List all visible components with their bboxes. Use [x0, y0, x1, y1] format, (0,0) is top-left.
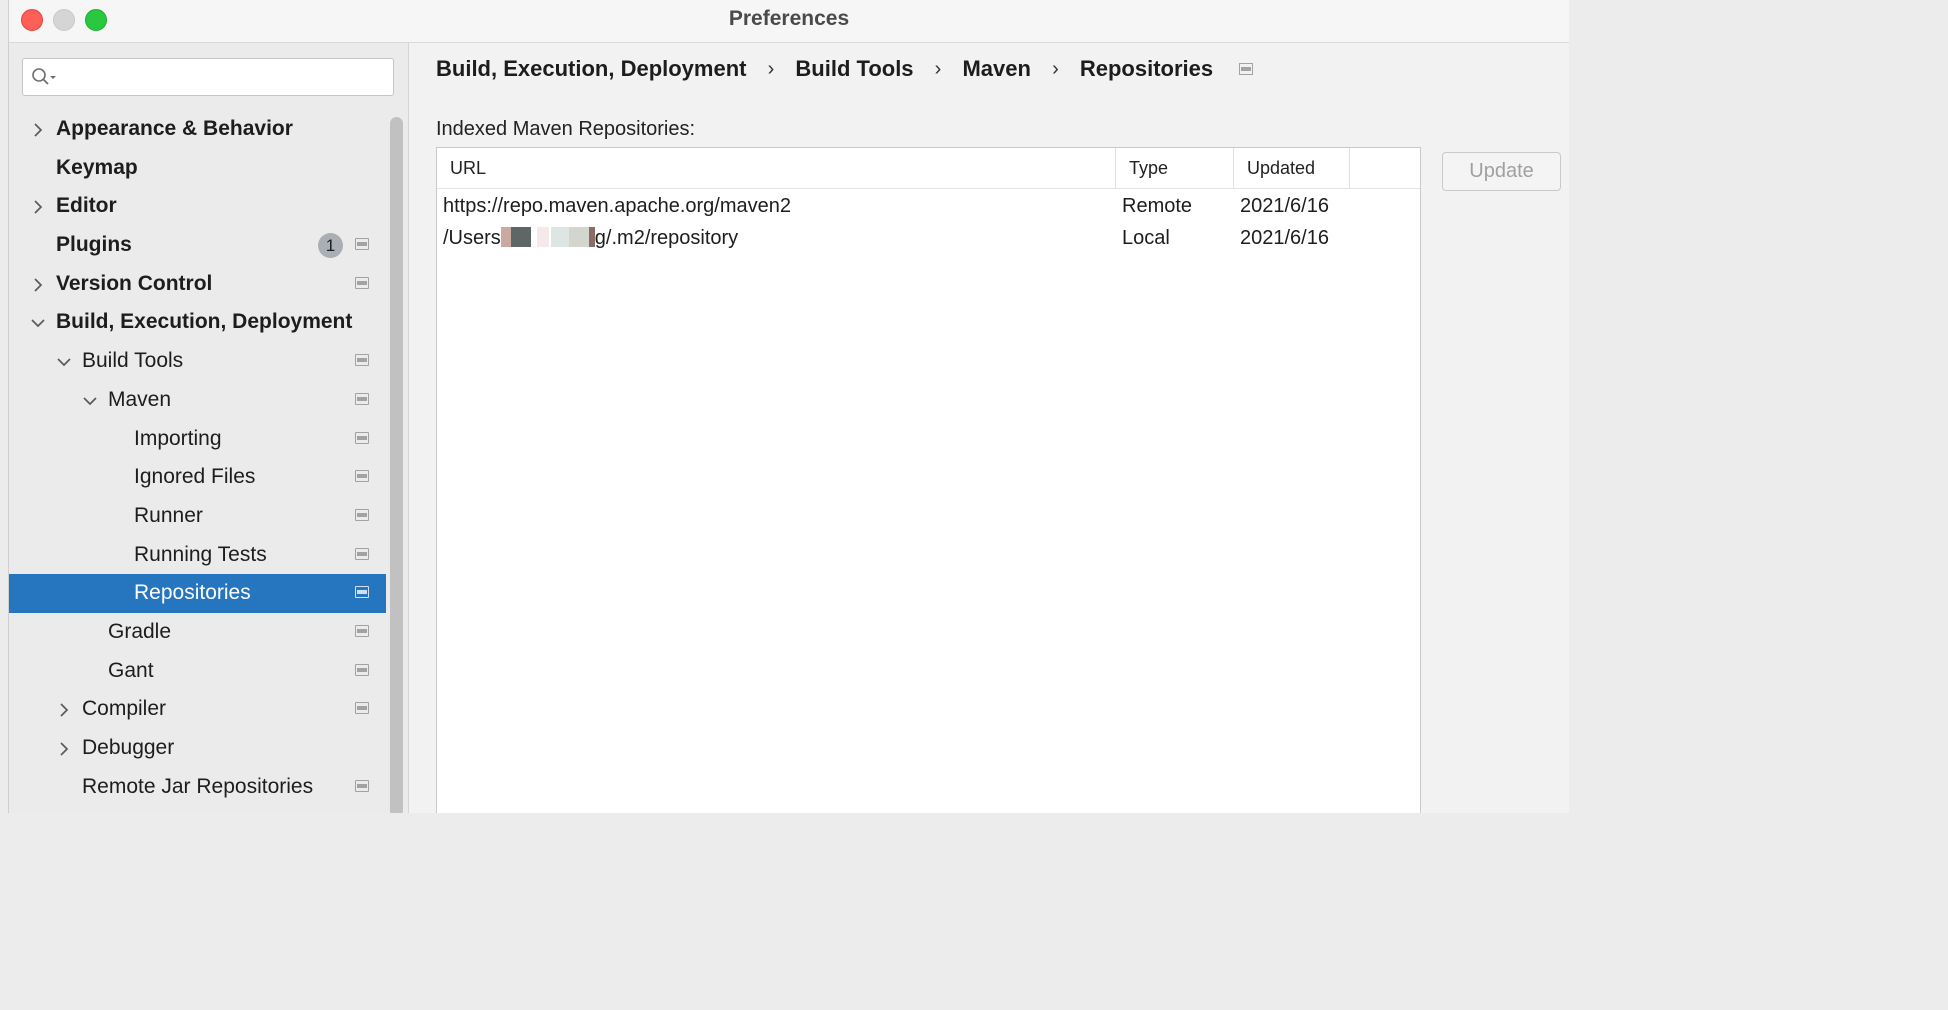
sidebar-item-version-control[interactable]: Version Control — [9, 265, 386, 304]
chevron-down-icon[interactable] — [83, 394, 97, 408]
breadcrumb-item-build-tools[interactable]: Build Tools — [795, 56, 913, 82]
chevron-down-icon[interactable] — [57, 355, 71, 369]
project-settings-icon — [355, 276, 369, 289]
column-header-url[interactable]: URL — [437, 148, 1116, 188]
settings-search-input[interactable] — [22, 58, 394, 96]
sidebar-item-keymap[interactable]: Keymap — [9, 149, 386, 188]
sidebar-item-label: Debugger — [82, 736, 175, 759]
table-header: URL Type Updated — [437, 148, 1420, 189]
project-settings-icon — [355, 238, 369, 251]
project-settings-icon — [1239, 63, 1254, 76]
sidebar-item-label: Gradle — [108, 619, 172, 643]
sidebar-item-label: Runner — [134, 503, 203, 527]
redacted-username — [500, 227, 595, 247]
sidebar-item-label: Compiler — [82, 697, 167, 721]
search-icon[interactable] — [31, 67, 57, 87]
sidebar-item-compiler[interactable]: Compiler — [9, 690, 386, 729]
sidebar-item-label: Maven — [108, 387, 172, 411]
sidebar-item-runner[interactable]: Runner — [9, 497, 386, 536]
sidebar-item-editor[interactable]: Editor — [9, 187, 386, 226]
settings-sidebar: Appearance & Behavior Keymap Editor Plugins… — [9, 43, 409, 813]
url-text: /Users — [443, 227, 501, 249]
project-settings-icon — [355, 702, 369, 715]
project-settings-icon — [355, 586, 369, 599]
preferences-window: Preferences Appearance & Behavior Keymap E… — [8, 0, 1569, 813]
update-count-badge: 1 — [318, 233, 343, 259]
repository-url: https://repo.maven.apache.org/maven2 — [443, 190, 791, 222]
project-settings-icon — [355, 470, 369, 483]
sidebar-item-label: Build Tools — [82, 349, 184, 373]
breadcrumb: Build, Execution, Deployment › Build Too… — [436, 55, 1254, 82]
sidebar-item-build-tools[interactable]: Build Tools — [9, 342, 386, 381]
repository-type: Local — [1122, 227, 1170, 249]
repository-url: /Users g/.m2/repository — [443, 222, 738, 254]
settings-tree: Appearance & Behavior Keymap Editor Plugins… — [9, 110, 386, 806]
breadcrumb-item-build-execution-deployment[interactable]: Build, Execution, Deployment — [436, 56, 746, 82]
chevron-right-icon[interactable] — [57, 703, 71, 717]
sidebar-item-build-execution-deployment[interactable]: Build, Execution, Deployment — [9, 303, 386, 342]
sidebar-scrollbar[interactable] — [390, 117, 403, 813]
sidebar-item-running-tests[interactable]: Running Tests — [9, 536, 386, 575]
column-header-updated[interactable]: Updated — [1234, 148, 1350, 188]
window-title: Preferences — [728, 7, 850, 30]
sidebar-item-label: Running Tests — [134, 542, 267, 566]
sidebar-item-appearance-behavior[interactable]: Appearance & Behavior — [9, 110, 386, 149]
breadcrumb-item-repositories: Repositories — [1079, 56, 1214, 82]
project-settings-icon — [355, 624, 369, 637]
sidebar-item-label: Gant — [108, 658, 154, 682]
project-settings-icon — [355, 508, 369, 521]
table-row[interactable]: /Users g/.m2/repository Local 2021/6/16 — [437, 222, 1420, 254]
sidebar-item-label: Ignored Files — [134, 465, 256, 489]
repository-updated: 2021/6/16 — [1240, 195, 1329, 217]
project-settings-icon — [355, 354, 369, 367]
sidebar-item-repositories[interactable]: Repositories — [9, 574, 386, 613]
project-settings-icon — [355, 779, 369, 792]
repository-updated: 2021/6/16 — [1240, 227, 1329, 249]
project-settings-icon — [355, 392, 369, 405]
url-text-suffix: g/.m2/repository — [594, 227, 739, 249]
sidebar-item-maven[interactable]: Maven — [9, 381, 386, 420]
breadcrumb-separator: › — [767, 57, 775, 80]
settings-content: Build, Execution, Deployment › Build Too… — [409, 43, 1569, 813]
project-settings-icon — [355, 663, 369, 676]
update-button[interactable]: Update — [1442, 152, 1561, 191]
indexed-repositories-label: Indexed Maven Repositories: — [436, 118, 696, 140]
sidebar-item-label: Keymap — [56, 155, 138, 179]
column-header-type[interactable]: Type — [1116, 148, 1234, 188]
chevron-right-icon[interactable] — [31, 200, 45, 214]
sidebar-item-label: Build, Execution, Deployment — [56, 310, 353, 334]
chevron-right-icon[interactable] — [31, 278, 45, 292]
table-row[interactable]: https://repo.maven.apache.org/maven2 Rem… — [437, 190, 1420, 222]
chevron-down-icon[interactable] — [31, 316, 45, 330]
breadcrumb-separator: › — [1052, 57, 1059, 80]
sidebar-item-importing[interactable]: Importing — [9, 420, 386, 459]
sidebar-item-label: Plugins — [56, 233, 132, 257]
url-text: https://repo.maven.apache.org/maven2 — [443, 195, 791, 217]
sidebar-item-label: Editor — [56, 194, 117, 218]
sidebar-item-gant[interactable]: Gant — [9, 652, 386, 691]
sidebar-item-plugins[interactable]: Plugins 1 — [9, 226, 386, 265]
sidebar-item-label: Importing — [134, 426, 222, 450]
repositories-table: URL Type Updated https://repo.maven.apac… — [436, 147, 1421, 813]
sidebar-item-label: Repositories — [134, 581, 251, 605]
sidebar-item-label: Version Control — [56, 271, 213, 295]
breadcrumb-separator: › — [934, 57, 942, 80]
title-bar: Preferences — [9, 0, 1569, 43]
sidebar-item-label: Remote Jar Repositories — [82, 774, 314, 798]
chevron-right-icon[interactable] — [57, 742, 71, 756]
breadcrumb-item-maven[interactable]: Maven — [962, 56, 1030, 82]
sidebar-item-gradle[interactable]: Gradle — [9, 613, 386, 652]
project-settings-icon — [355, 547, 369, 560]
project-settings-icon — [355, 431, 369, 444]
sidebar-item-ignored-files[interactable]: Ignored Files — [9, 458, 386, 497]
chevron-right-icon[interactable] — [31, 123, 45, 137]
repository-type: Remote — [1122, 195, 1193, 217]
sidebar-item-label: Appearance & Behavior — [56, 117, 293, 140]
sidebar-item-debugger[interactable]: Debugger — [9, 729, 386, 768]
sidebar-item-remote-jar-repositories[interactable]: Remote Jar Repositories — [9, 768, 386, 807]
